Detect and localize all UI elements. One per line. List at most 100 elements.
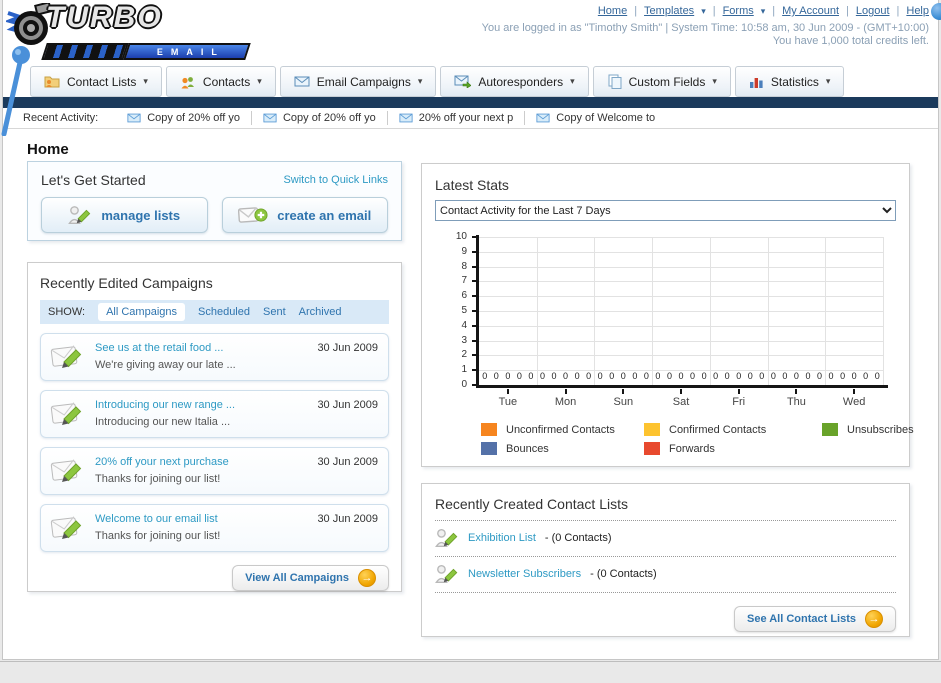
contact-list-row[interactable]: Exhibition List - (0 Contacts) bbox=[435, 521, 896, 557]
recent-activity-item[interactable]: 20% off your next p bbox=[386, 111, 525, 125]
nav-link-my-account[interactable]: My Account bbox=[782, 5, 839, 17]
chart-element: 0 bbox=[516, 371, 522, 381]
chart-element: 0 bbox=[701, 371, 707, 381]
chart-element: 0 bbox=[609, 371, 615, 381]
login-info-text: You are logged in as "Timothy Smith" | S… bbox=[481, 22, 929, 34]
legend-swatch-icon bbox=[481, 442, 497, 455]
recently-edited-campaigns-panel: Recently Edited Campaigns SHOW: All Camp… bbox=[27, 262, 402, 592]
chart-element: 0 bbox=[597, 371, 603, 381]
filter-archived[interactable]: Archived bbox=[299, 306, 342, 318]
campaign-row[interactable]: See us at the retail food ... We're givi… bbox=[40, 333, 389, 381]
legend-label: Forwards bbox=[669, 442, 715, 455]
chart-element: 0 bbox=[828, 371, 834, 381]
tab-contact-lists[interactable]: Contact Lists ▾ bbox=[30, 66, 162, 97]
page-title: Home bbox=[27, 141, 69, 159]
chart-element: 4 bbox=[461, 319, 467, 331]
legend-item: Forwards bbox=[644, 442, 822, 455]
switch-quick-links-link[interactable]: Switch to Quick Links bbox=[283, 174, 388, 186]
chart-element: 0 bbox=[655, 371, 661, 381]
chart-element: Tue bbox=[498, 396, 518, 408]
recent-activity-text[interactable]: Copy of 20% off yo bbox=[283, 112, 376, 124]
campaign-row[interactable]: Welcome to our email list Thanks for joi… bbox=[40, 504, 389, 552]
nav-link-help[interactable]: Help bbox=[906, 5, 929, 17]
chart-element: 0 bbox=[620, 371, 626, 381]
legend-label: Confirmed Contacts bbox=[669, 423, 767, 436]
chart-element: 0 bbox=[563, 371, 569, 381]
nav-link-templates[interactable]: Templates bbox=[644, 5, 694, 17]
envelope-icon bbox=[294, 76, 310, 87]
chevron-down-icon: ▾ bbox=[570, 76, 575, 86]
filter-scheduled[interactable]: Scheduled bbox=[198, 306, 250, 318]
chart-element: 10 bbox=[455, 231, 467, 242]
campaign-row[interactable]: 20% off your next purchase Thanks for jo… bbox=[40, 447, 389, 495]
chart-element: 0 bbox=[793, 371, 799, 381]
chart-element: Sat bbox=[672, 396, 690, 408]
legend-label: Unconfirmed Contacts bbox=[506, 423, 615, 436]
chart-element bbox=[476, 385, 888, 388]
chart-element: 0 bbox=[461, 379, 467, 390]
see-all-contact-lists-button[interactable]: See All Contact Lists → bbox=[733, 606, 896, 632]
chart-element: 9 bbox=[461, 245, 467, 257]
chart-element bbox=[853, 389, 856, 394]
chart-element bbox=[479, 266, 883, 268]
campaign-row[interactable]: Introducing our new range ... Introducin… bbox=[40, 390, 389, 438]
recent-activity-item[interactable]: Copy of 20% off yo bbox=[116, 111, 251, 125]
bar-chart-icon bbox=[749, 77, 763, 88]
contact-list-count: - (0 Contacts) bbox=[590, 568, 657, 580]
recent-activity-text[interactable]: Copy of Welcome to bbox=[556, 112, 655, 124]
nav-separator: | bbox=[772, 5, 776, 17]
top-utility-nav: Home | Templates ▾ | Forms ▾ | My Account | Lo… bbox=[598, 5, 929, 17]
campaign-title-link[interactable]: Welcome to our email list bbox=[95, 512, 220, 527]
tab-custom-fields[interactable]: Custom Fields ▾ bbox=[592, 66, 731, 97]
recent-activity-item[interactable]: Copy of Welcome to bbox=[524, 111, 666, 125]
envelope-pencil-icon bbox=[50, 516, 82, 539]
legend-swatch-icon bbox=[481, 423, 497, 436]
footer-strip bbox=[0, 661, 941, 683]
contact-list-name-link[interactable]: Exhibition List bbox=[468, 532, 536, 544]
chart-element bbox=[680, 389, 682, 394]
chart-element: 0 bbox=[528, 371, 534, 381]
legend-item: Unsubscribes bbox=[822, 423, 914, 436]
manage-lists-button[interactable]: manage lists bbox=[41, 197, 208, 233]
view-all-campaigns-button[interactable]: View All Campaigns → bbox=[232, 565, 389, 591]
chart-element bbox=[479, 296, 883, 298]
tab-autoresponders[interactable]: Autoresponders ▾ bbox=[440, 66, 589, 97]
turbo-email-logo: TURBO EMAIL bbox=[6, 3, 256, 60]
stats-report-select[interactable]: Contact Activity for the Last 7 Days bbox=[435, 200, 896, 221]
campaign-title-link[interactable]: Introducing our new range ... bbox=[95, 398, 235, 413]
recent-activity-item[interactable]: Copy of 20% off yo bbox=[250, 111, 387, 125]
user-pencil-icon bbox=[68, 206, 91, 224]
contact-list-name-link[interactable]: Newsletter Subscribers bbox=[468, 568, 581, 580]
chart-element: Sun bbox=[613, 396, 634, 408]
campaign-title-link[interactable]: See us at the retail food ... bbox=[95, 341, 236, 356]
campaign-title-link[interactable]: 20% off your next purchase bbox=[95, 455, 229, 470]
nav-link-logout[interactable]: Logout bbox=[856, 5, 890, 17]
chart-element bbox=[795, 389, 798, 394]
chart-element: 0 bbox=[840, 371, 846, 381]
create-email-button[interactable]: create an email bbox=[221, 197, 388, 233]
tab-label: Contacts bbox=[202, 74, 251, 89]
tab-label: Email Campaigns bbox=[316, 74, 411, 89]
chevron-down-icon: ▾ bbox=[143, 76, 148, 86]
tab-contacts[interactable]: Contacts ▾ bbox=[165, 66, 276, 97]
tab-email-campaigns[interactable]: Email Campaigns ▾ bbox=[279, 66, 437, 97]
filter-sent[interactable]: Sent bbox=[263, 306, 286, 318]
chart-element: 0 bbox=[643, 371, 649, 381]
recent-activity-label: Recent Activity: bbox=[23, 112, 99, 124]
navy-divider-bar bbox=[3, 97, 938, 108]
recent-activity-text[interactable]: Copy of 20% off yo bbox=[147, 112, 240, 124]
tab-label: Contact Lists bbox=[67, 74, 137, 89]
nav-link-forms[interactable]: Forms bbox=[723, 5, 754, 17]
nav-link-home[interactable]: Home bbox=[598, 5, 627, 17]
user-pencil-icon bbox=[435, 565, 458, 583]
recent-activity-text[interactable]: 20% off your next p bbox=[419, 112, 514, 124]
legend-label: Bounces bbox=[506, 442, 549, 455]
contact-list-row[interactable]: Newsletter Subscribers - (0 Contacts) bbox=[435, 557, 896, 593]
tab-statistics[interactable]: Statistics ▾ bbox=[734, 66, 845, 97]
chevron-down-icon: ▾ bbox=[701, 5, 706, 16]
campaign-date: 30 Jun 2009 bbox=[317, 342, 378, 354]
nav-separator: | bbox=[634, 5, 638, 17]
stats-chart: 0 1 2 3 4 5 6 7 8 9 10 0 0 0 0 0 Tue 0 0 0 0 0 Mon 0 0 0 0 0 Sun 0 0 0 0… bbox=[435, 229, 896, 419]
chart-element: 0 bbox=[678, 371, 684, 381]
filter-all-campaigns[interactable]: All Campaigns bbox=[98, 303, 185, 321]
